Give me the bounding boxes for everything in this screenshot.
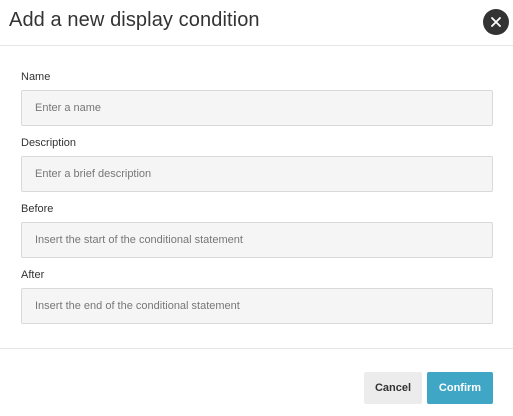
after-label: After — [21, 269, 45, 281]
before-input[interactable] — [21, 222, 493, 258]
footer-divider — [0, 348, 513, 349]
confirm-button[interactable]: Confirm — [427, 372, 493, 404]
after-input[interactable] — [21, 288, 493, 324]
close-icon — [491, 17, 501, 27]
dialog-header: Add a new display condition — [0, 0, 513, 46]
name-label: Name — [21, 71, 51, 83]
before-label: Before — [21, 203, 54, 215]
description-input[interactable] — [21, 156, 493, 192]
dialog-title: Add a new display condition — [9, 9, 260, 31]
cancel-button[interactable]: Cancel — [364, 372, 422, 404]
add-display-condition-dialog: Add a new display condition Name Descrip… — [0, 0, 513, 416]
description-label: Description — [21, 137, 77, 149]
close-button[interactable] — [483, 9, 509, 35]
name-input[interactable] — [21, 90, 493, 126]
